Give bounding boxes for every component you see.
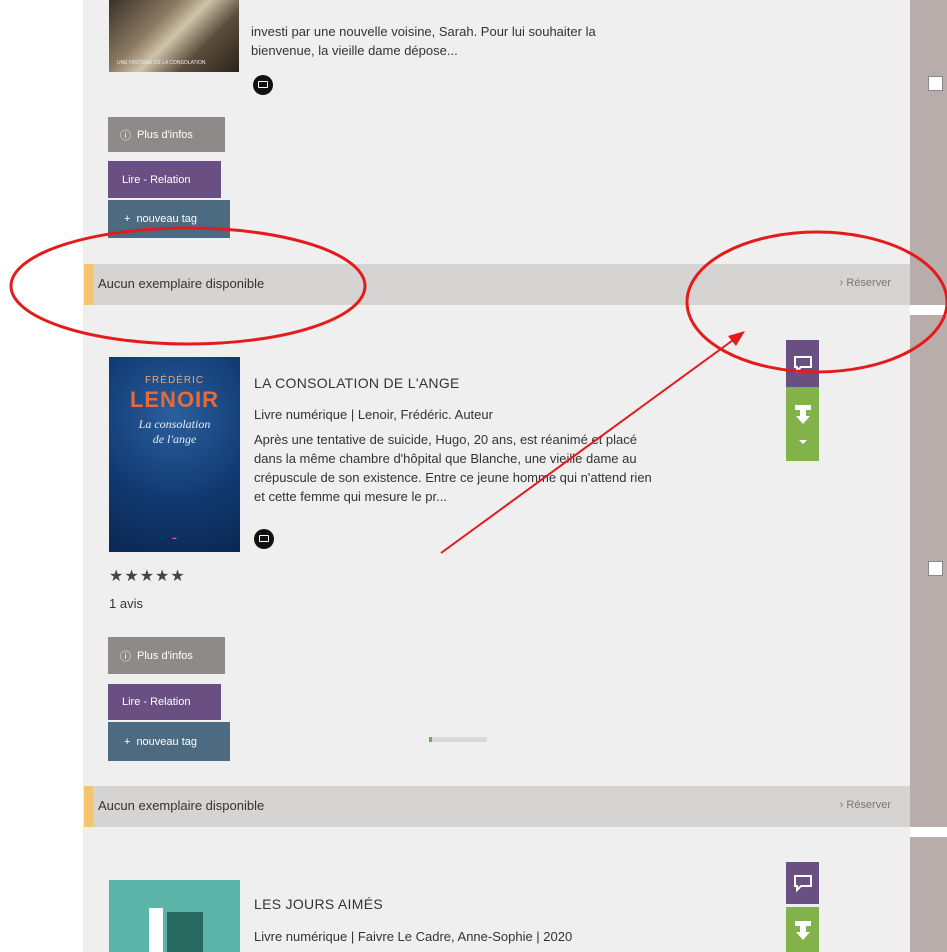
comment-button[interactable] [786,862,819,904]
read-relation-button[interactable]: Lire - Relation [108,161,221,198]
book-description-line: crépuscule de son existence. Entre ce je… [254,470,652,485]
download-button[interactable] [786,387,819,461]
plus-icon: + [124,213,131,225]
review-count[interactable]: 1 avis [109,596,143,611]
availability-label: Aucun exemplaire disponible [98,276,265,291]
book-title[interactable]: LA CONSOLATION DE L'ANGE [254,375,460,391]
book-cover-image[interactable]: FRÉDÉRIC LENOIR La consolation de l'ange … [109,357,240,552]
cover-title: La consolation de l'ange [138,417,211,446]
new-tag-button[interactable]: + nouveau tag [108,722,230,761]
reserve-link[interactable]: › Réserver [840,277,891,289]
download-icon [794,920,811,940]
book-description-line: et cette femme qui mesure le pr... [254,489,447,504]
book-cover-image[interactable] [109,880,240,952]
selection-gutter [910,0,947,952]
chevron-down-icon [798,440,807,444]
info-icon: ⓘ [120,650,131,663]
download-icon [794,405,811,424]
gutter-divider [910,827,947,837]
book-description-line: bienvenue, la vieille dame dépose... [251,43,458,58]
read-relation-button[interactable]: Lire - Relation [108,684,221,720]
download-button[interactable] [786,907,819,952]
cover-author: LENOIR [129,387,220,412]
availability-accent [84,264,93,305]
book-title[interactable]: LES JOURS AIMÉS [254,896,383,912]
select-checkbox-book2[interactable] [928,561,943,576]
plus-icon: + [124,735,131,748]
new-tag-button[interactable]: + nouveau tag [108,200,230,238]
availability-label: Aucun exemplaire disponible [98,798,265,813]
availability-bar: Aucun exemplaire disponible › Réserver [84,786,910,827]
book-description-line: investi par une nouvelle voisine, Sarah.… [251,24,596,39]
book-cover-image[interactable]: UNE HISTOIRE DE LA CONSOLATION [109,0,239,72]
more-info-button[interactable]: ⓘ Plus d'infos [108,637,225,674]
availability-bar: Aucun exemplaire disponible › Réserver [84,264,910,305]
comment-icon [793,355,812,373]
screen-icon [254,529,274,549]
book-description-line: Après une tentative de suicide, Hugo, 20… [254,432,638,447]
cover-author-firstname: FRÉDÉRIC [144,375,205,386]
loading-progress-bar [429,737,487,742]
more-info-button[interactable]: ⓘ Plus d'infos [108,117,225,152]
reserve-link[interactable]: › Réserver [840,799,891,811]
book-meta: Livre numérique | Lenoir, Frédéric. Aute… [254,407,493,422]
rating-stars[interactable]: ★★★★★ [109,566,186,586]
cover-publisher-mark: ▬ [172,535,177,540]
book-description-line: dans la même chambre d'hôpital que Blanc… [254,451,637,466]
comment-button[interactable] [786,340,819,387]
cover-caption: UNE HISTOIRE DE LA CONSOLATION [117,60,206,66]
select-checkbox-book1[interactable] [928,76,943,91]
book-meta: Livre numérique | Faivre Le Cadre, Anne-… [254,929,573,944]
screen-icon [253,75,273,95]
availability-accent [84,786,93,827]
comment-icon [793,875,812,892]
info-icon: ⓘ [120,129,131,142]
gutter-divider [910,305,947,315]
